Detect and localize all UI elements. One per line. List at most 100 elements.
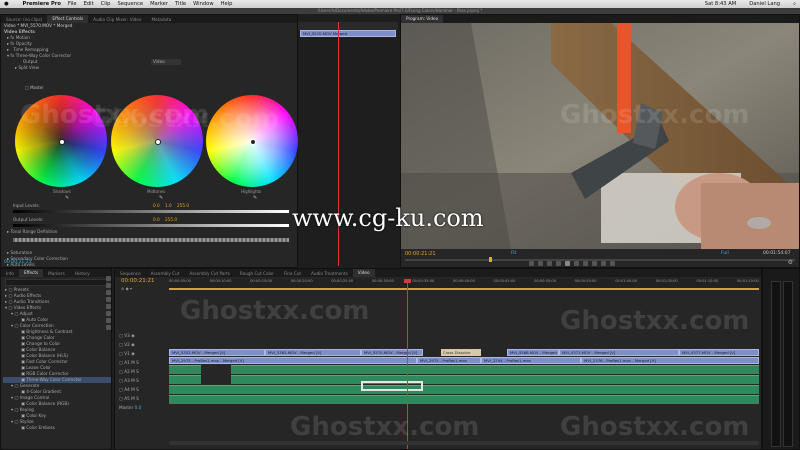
track-a2[interactable]: ▢ A2 M S	[119, 369, 167, 378]
v-lower-clip[interactable]: MVI_2376 - ProRes1.mov - Merged [V]	[581, 357, 759, 364]
audio-clip-a4[interactable]	[169, 395, 759, 404]
input-levels-gradient[interactable]	[13, 210, 289, 213]
step-forward-icon[interactable]	[574, 261, 579, 266]
ec-mini-clip[interactable]: MVI_5570.MOV Merged	[300, 30, 396, 37]
tab-fine-cut[interactable]: Fine Cut	[279, 271, 306, 276]
effects-tree-item[interactable]: ▣ Color Emboss	[3, 425, 111, 431]
track-v3[interactable]: ▢ V3 ◉	[119, 333, 167, 342]
menu-help[interactable]: Help	[221, 1, 233, 7]
selected-audio-clip[interactable]	[361, 381, 423, 391]
v1-clip[interactable]: MVI_5352.MOV - Merged [V]	[169, 349, 265, 356]
quality-dropdown[interactable]: Full	[721, 251, 729, 256]
menu-window[interactable]: Window	[193, 1, 213, 7]
highlights-handle[interactable]	[250, 139, 256, 145]
hand-tool-icon[interactable]	[105, 318, 111, 323]
settings-icon[interactable]: ⚙	[788, 259, 793, 266]
v-lower-clip[interactable]: MVI_2975 - ProRes1.mov - Merged [V]	[169, 357, 417, 364]
v1-clip[interactable]: MVI_5362.MOV - Merged [V]	[265, 349, 361, 356]
search-icon[interactable]: ⌕	[793, 1, 796, 8]
ripple-edit-tool-icon[interactable]	[105, 290, 111, 295]
menu-file[interactable]: File	[68, 1, 77, 7]
eyedropper-icon[interactable]: ✎	[65, 195, 69, 201]
track-select-tool-icon[interactable]	[105, 283, 111, 288]
snap-icon[interactable]: ⋔ ◆ ▾	[121, 286, 132, 291]
tab-program[interactable]: Program: Video	[401, 15, 444, 23]
audio-clip-a1[interactable]	[169, 365, 759, 374]
mark-out-icon[interactable]	[538, 261, 543, 266]
track-master[interactable]: Master 0.0	[119, 405, 167, 414]
tab-sequence[interactable]: Sequence	[115, 271, 146, 276]
tab-assembly-cut-parts[interactable]: Assembly Cut Parts	[184, 271, 235, 276]
tab-history[interactable]: History	[70, 271, 95, 276]
input-white[interactable]: 255.0	[177, 203, 189, 209]
tab-audio-clip-mixer[interactable]: Audio Clip Mixer: Video	[88, 17, 146, 22]
output-white[interactable]: 255.0	[165, 217, 177, 223]
tonal-range-slider[interactable]	[13, 238, 289, 242]
program-playhead[interactable]	[489, 257, 492, 262]
play-icon[interactable]	[565, 261, 570, 266]
track-a1[interactable]: ▢ A1 M S	[119, 360, 167, 369]
extract-icon[interactable]	[601, 261, 606, 266]
track-a3[interactable]: ▢ A3 M S	[119, 378, 167, 387]
eyedropper-icon[interactable]: ✎	[159, 195, 163, 201]
output-black[interactable]: 0.0	[153, 217, 160, 223]
v1-clip[interactable]: MVI_5371.MOV - Merged [V]	[559, 349, 679, 356]
tab-audio-treatments[interactable]: Audio Treatments	[306, 271, 353, 276]
output-levels-gradient[interactable]	[13, 224, 289, 227]
lift-icon[interactable]	[592, 261, 597, 266]
tab-video[interactable]: Video	[352, 269, 375, 277]
work-area-bar[interactable]	[169, 288, 759, 290]
v-lower-clip[interactable]: MVI_2294 - ProRes1.mov	[481, 357, 581, 364]
output-dropdown[interactable]: Video	[151, 59, 181, 65]
apple-icon[interactable]: ●	[4, 1, 9, 7]
clock[interactable]: Sat 8:43 AM	[705, 1, 736, 7]
tab-info[interactable]: Info	[1, 271, 19, 276]
selection-tool-icon[interactable]	[105, 276, 111, 281]
program-timecode[interactable]: 00:00:21:21	[405, 251, 436, 257]
go-to-out-icon[interactable]	[583, 261, 588, 266]
shadows-handle[interactable]	[59, 139, 65, 145]
v-lower-clip[interactable]: MVI_2975 - ProRes1.mov	[417, 357, 481, 364]
v1-clip[interactable]: MVI_5377.MOV - Merged [V]	[679, 349, 759, 356]
tab-metadata[interactable]: Metadata	[146, 17, 176, 22]
menu-sequence[interactable]: Sequence	[117, 1, 143, 7]
input-black[interactable]: 0.0	[153, 203, 160, 209]
track-a4[interactable]: ▢ A4 M S	[119, 387, 167, 396]
eyedropper-icon[interactable]: ✎	[253, 195, 257, 201]
master-checkbox[interactable]: □ Master	[25, 85, 44, 90]
track-v1[interactable]: ▢ V1 ◉	[119, 351, 167, 360]
fit-dropdown[interactable]: Fit	[511, 251, 516, 256]
split-view-row[interactable]: ▸ Split View	[1, 65, 297, 71]
zoom-tool-icon[interactable]	[105, 325, 111, 330]
timeline-timecode[interactable]: 00:00:21:21	[121, 278, 155, 284]
tonal-range-row[interactable]: ▸ Tonal Range Definition	[7, 229, 57, 235]
input-gray[interactable]: 1.0	[165, 203, 172, 209]
tab-source[interactable]: Source: (no clips)	[1, 17, 47, 22]
step-back-icon[interactable]	[556, 261, 561, 266]
menu-marker[interactable]: Marker	[150, 1, 168, 7]
menu-edit[interactable]: Edit	[84, 1, 94, 7]
tab-effects[interactable]: Effects	[18, 269, 44, 277]
mark-in-icon[interactable]	[529, 261, 534, 266]
master-volume[interactable]: 0.0	[135, 405, 142, 410]
menu-clip[interactable]: Clip	[101, 1, 111, 7]
audio-clip-a3[interactable]	[169, 385, 759, 394]
track-v2[interactable]: ▢ V2 ◉	[119, 342, 167, 351]
app-menu[interactable]: Premiere Pro	[23, 1, 61, 7]
menu-title[interactable]: Title	[175, 1, 186, 7]
user-name[interactable]: Daniel Lang	[749, 1, 780, 7]
effects-search-input[interactable]	[5, 279, 107, 286]
tab-markers[interactable]: Markers	[43, 271, 70, 276]
v1-clip[interactable]: MVI_5568.MOV - Merged [V]	[507, 349, 559, 356]
export-frame-icon[interactable]	[610, 261, 615, 266]
timeline-playhead-handle[interactable]	[404, 279, 411, 283]
pen-tool-icon[interactable]	[105, 311, 111, 316]
tab-assembly-cut[interactable]: Assembly Cut	[146, 271, 185, 276]
track-a5[interactable]: ▢ A5 M S	[119, 396, 167, 405]
tab-rough-cut-color[interactable]: Rough Cut Color	[235, 271, 279, 276]
go-to-in-icon[interactable]	[547, 261, 552, 266]
tab-effect-controls[interactable]: Effect Controls	[47, 15, 89, 23]
audio-clip-a2[interactable]	[169, 375, 759, 384]
midtones-handle[interactable]	[155, 139, 161, 145]
razor-tool-icon[interactable]	[105, 297, 111, 302]
